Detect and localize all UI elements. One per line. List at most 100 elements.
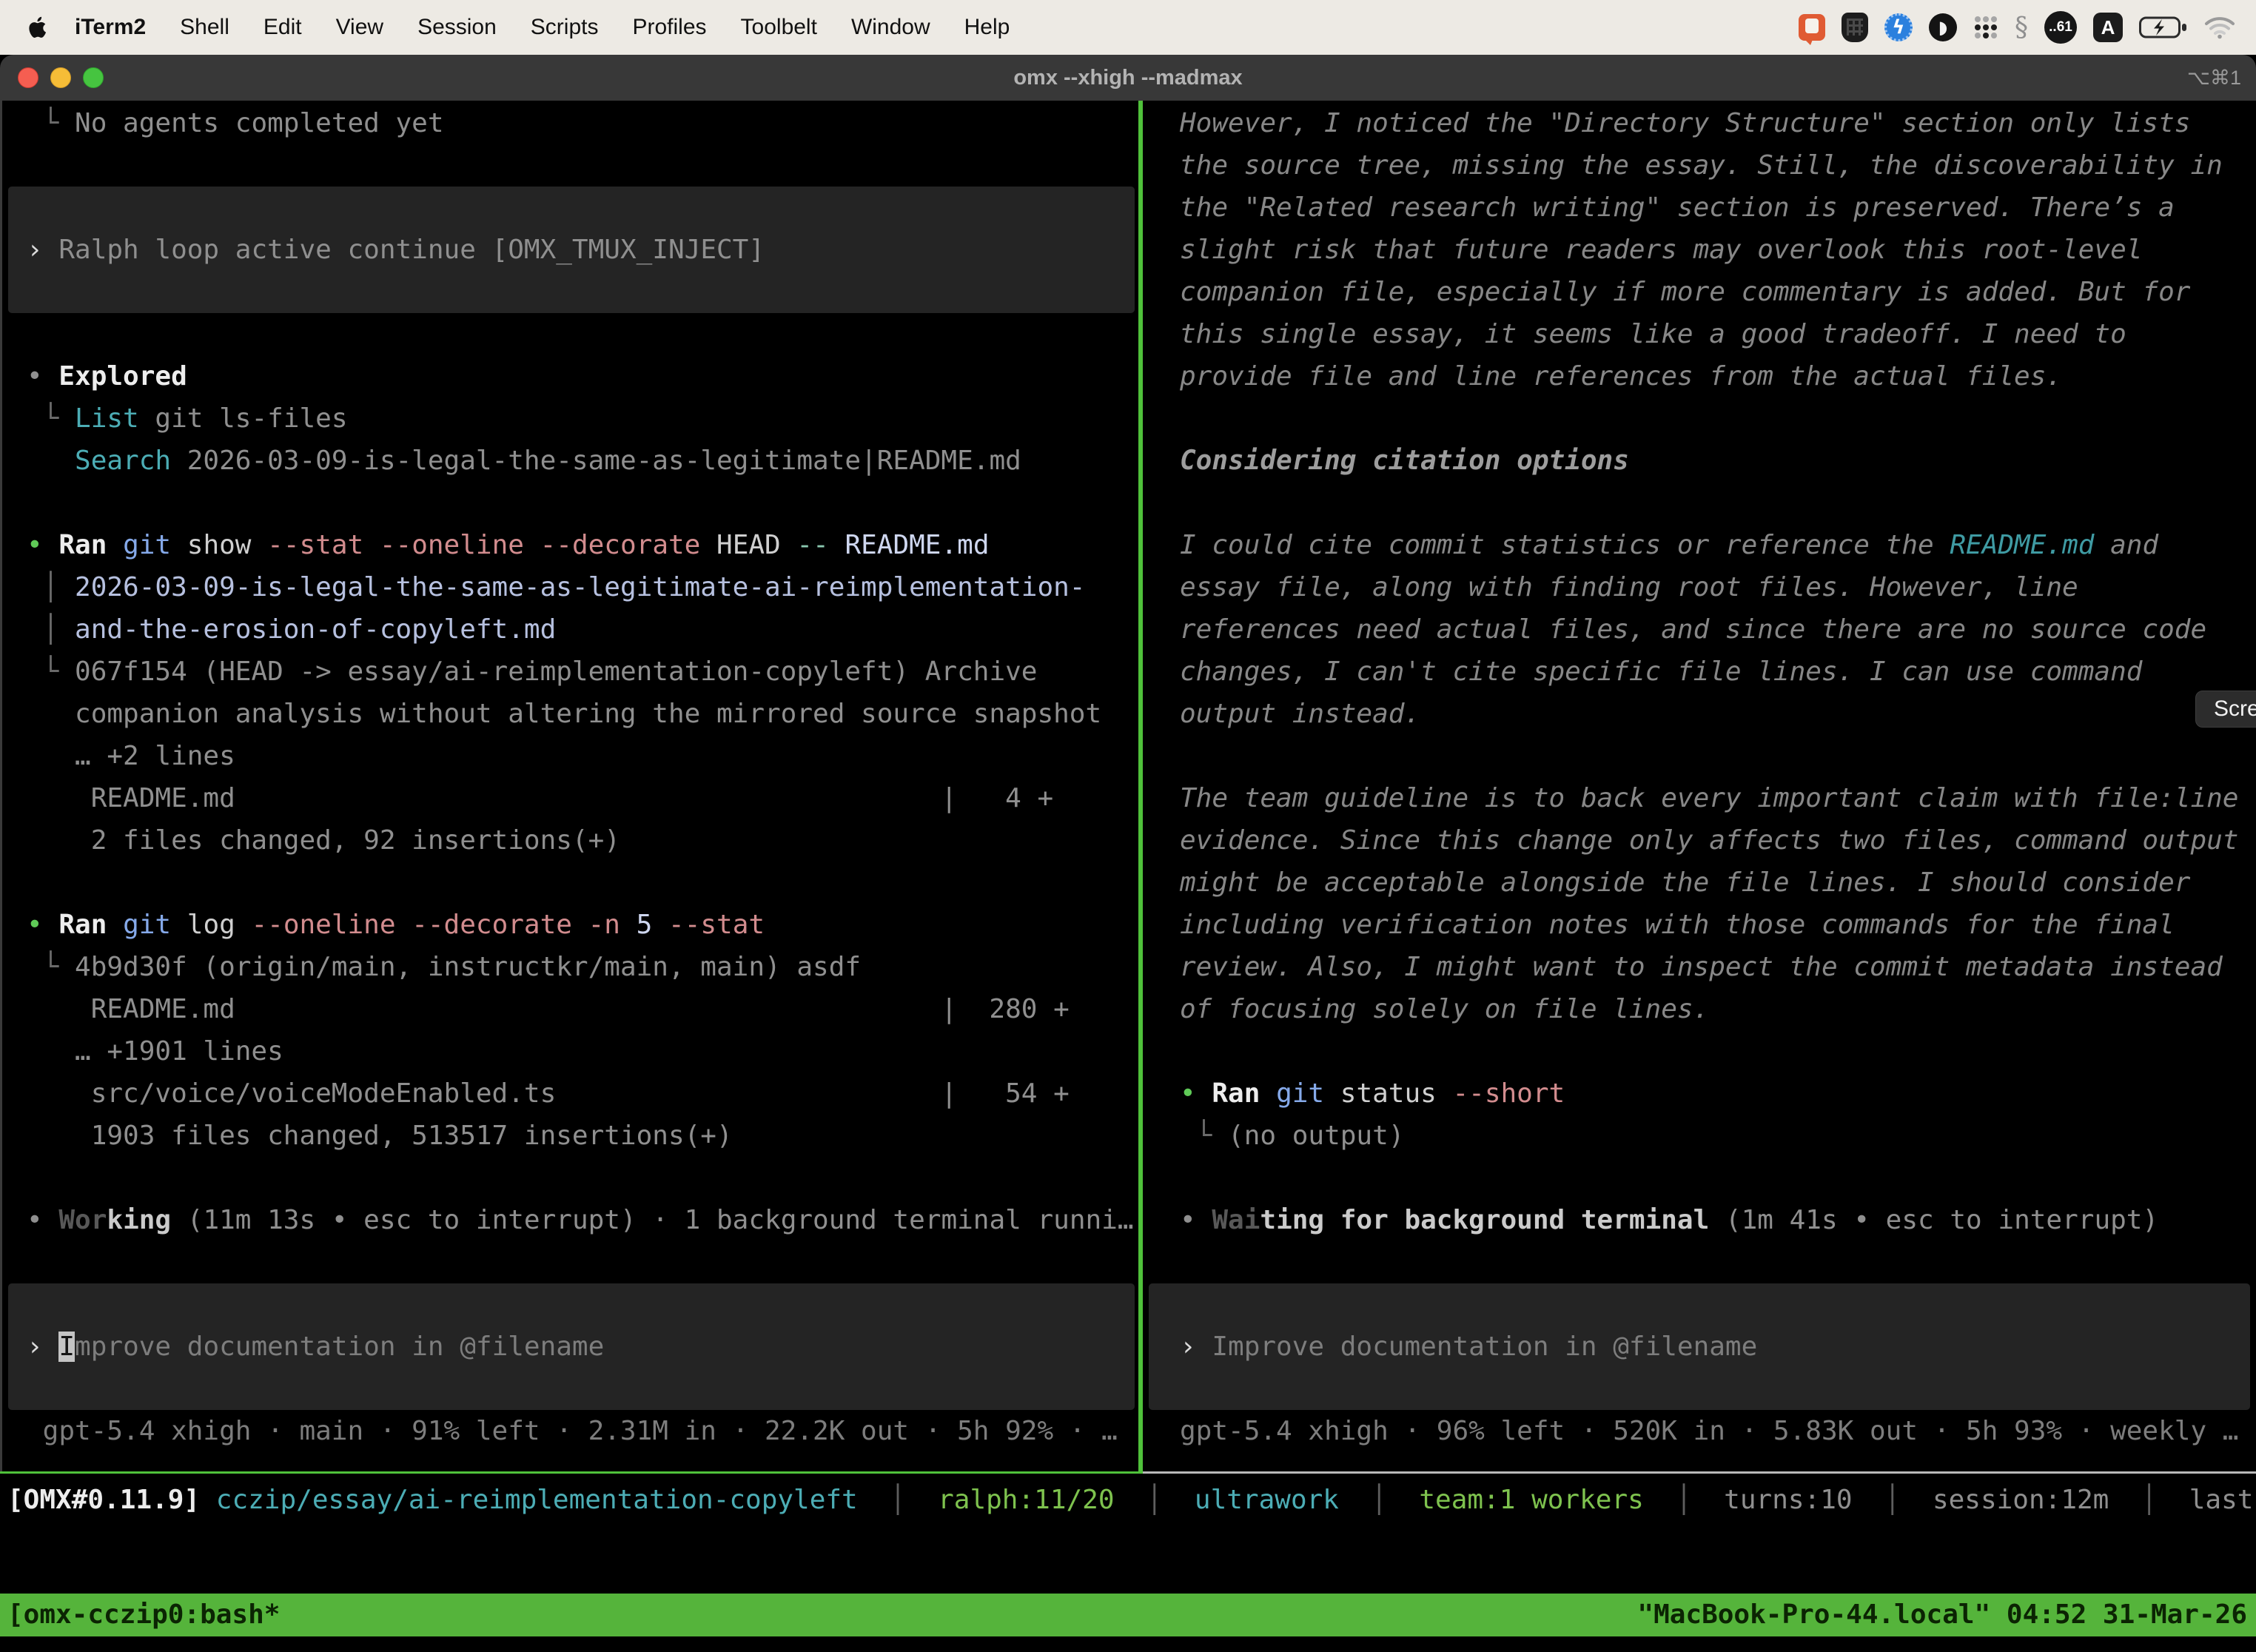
- input-source-icon[interactable]: A: [2093, 13, 2123, 42]
- tmux-host-clock: "MacBook-Pro-44.local" 04:52 31-Mar-26: [1637, 1594, 2256, 1636]
- left-terminal-line: src/voice/voiceModeEnabled.ts | 54 +: [27, 1072, 1070, 1115]
- terminal-area: └ No agents completed yet › Ralph loop ac…: [0, 101, 2256, 1652]
- left-terminal-line: │ 2026-03-09-is-legal-the-same-as-legiti…: [27, 566, 1085, 608]
- left-terminal-line: README.md | 280 +: [27, 988, 1070, 1030]
- omx-bar-segment: │: [1853, 1485, 1933, 1515]
- menu-item-edit[interactable]: Edit: [246, 15, 319, 40]
- right-terminal-line: gpt-5.4 xhigh · 96% left · 520K in · 5.8…: [1180, 1410, 2238, 1452]
- left-terminal-line: └ No agents completed yet: [27, 102, 444, 144]
- terminal-pane-left[interactable]: └ No agents completed yet › Ralph loop ac…: [0, 101, 1141, 1471]
- omx-bar-segment: [OMX#0.11.9]: [7, 1485, 200, 1515]
- menu-item-session[interactable]: Session: [400, 15, 514, 40]
- omx-bar-segment: session:12m: [1933, 1485, 2109, 1515]
- left-terminal-line: Search 2026-03-09-is-legal-the-same-as-l…: [27, 440, 1021, 482]
- left-terminal-line: └ List git ls-files: [27, 397, 348, 440]
- wifi-icon[interactable]: [2204, 16, 2235, 39]
- right-terminal-line: output instead.: [1180, 693, 1420, 735]
- omx-bar-segment: ralph:11/20: [938, 1485, 1114, 1515]
- left-terminal-line: › Ralph loop active continue [OMX_TMUX_I…: [27, 229, 765, 271]
- omx-bar-segment: │: [1339, 1485, 1419, 1515]
- right-terminal-line: slight risk that future readers may over…: [1180, 229, 2142, 271]
- menu-bar: iTerm2 Shell Edit View Session Scripts P…: [0, 0, 2256, 55]
- right-terminal-line: companion file, especially if more comme…: [1180, 271, 2190, 313]
- left-terminal-line: • Working (11m 13s • esc to interrupt) ·…: [27, 1199, 1134, 1241]
- menu-item-iterm2[interactable]: iTerm2: [58, 15, 163, 40]
- window-title-bar[interactable]: omx --xhigh --madmax ⌥⌘1: [0, 55, 2256, 101]
- menu-item-shell[interactable]: Shell: [163, 15, 246, 40]
- right-terminal-line: the source tree, missing the essay. Stil…: [1180, 144, 2223, 187]
- window-title: omx --xhigh --madmax: [0, 66, 2256, 90]
- bolt-hexagon-icon[interactable]: ϟ: [1884, 13, 1913, 41]
- left-terminal-line: 1903 files changed, 513517 insertions(+): [27, 1115, 733, 1157]
- right-terminal-line: evidence. Since this change only affects…: [1180, 819, 2238, 862]
- left-terminal-line: gpt-5.4 xhigh · main · 91% left · 2.31M …: [27, 1410, 1118, 1452]
- omx-bar-segment: ultrawork: [1195, 1485, 1339, 1515]
- omx-bar-segment: │: [1115, 1485, 1195, 1515]
- omx-status-bar: [OMX#0.11.9] cczip/essay/ai-reimplementa…: [7, 1479, 2250, 1521]
- menu-item-toolbelt[interactable]: Toolbelt: [724, 15, 834, 40]
- omx-bar-segment: last:5m ago: [2189, 1485, 2256, 1515]
- tmux-session-label[interactable]: [omx-cczip0:bash*: [0, 1594, 280, 1636]
- omx-bar-segment: │: [2109, 1485, 2189, 1515]
- left-terminal-line: • Ran git log --oneline --decorate -n 5 …: [27, 904, 765, 946]
- left-terminal-line: └ 067f154 (HEAD -> essay/ai-reimplementa…: [27, 651, 1037, 693]
- dots-grid-icon[interactable]: [1973, 15, 1998, 40]
- right-terminal-line: provide file and line references from th…: [1180, 355, 2062, 397]
- right-terminal-line: this single essay, it seems like a good …: [1180, 313, 2126, 355]
- right-terminal-line: The team guideline is to back every impo…: [1180, 777, 2238, 819]
- left-terminal-line: README.md | 4 +: [27, 777, 1053, 819]
- right-terminal-line: Considering citation options: [1180, 440, 1629, 482]
- menu-bar-left: iTerm2 Shell Edit View Session Scripts P…: [0, 15, 1027, 40]
- left-terminal-line: └ 4b9d30f (origin/main, instructkr/main,…: [27, 946, 861, 988]
- apple-menu-icon[interactable]: [28, 16, 47, 38]
- squiggle-icon[interactable]: §: [2015, 13, 2028, 43]
- shield-grid-pattern: [1847, 19, 1863, 36]
- omx-bar-segment: │: [858, 1485, 938, 1515]
- right-terminal-line: I could cite commit statistics or refere…: [1180, 524, 2158, 566]
- right-terminal-line: changes, I can't cite specific file line…: [1180, 651, 2142, 693]
- omx-bar-segment: cczip/essay/ai-reimplementation-copyleft: [216, 1485, 858, 1515]
- right-pane-bottom-border: [1143, 1471, 2256, 1474]
- omx-bar-segment: team:1 workers: [1419, 1485, 1643, 1515]
- left-pane-bottom-border: [0, 1471, 1138, 1474]
- right-terminal-line: of focusing solely on file lines.: [1180, 988, 1709, 1030]
- omx-bar-segment: │: [1644, 1485, 1724, 1515]
- menu-item-window[interactable]: Window: [834, 15, 947, 40]
- battery-icon[interactable]: [2139, 16, 2188, 39]
- menu-item-profiles[interactable]: Profiles: [615, 15, 723, 40]
- tmux-status-bar: [omx-cczip0:bash* "MacBook-Pro-44.local"…: [0, 1594, 2256, 1636]
- screen-notification-label: Scre: [2214, 696, 2256, 722]
- right-terminal-line: might be acceptable alongside the file l…: [1180, 862, 2190, 904]
- menu-item-view[interactable]: View: [319, 15, 400, 40]
- menu-bar-status-icons: ϟ ◗ § ..61 A: [1799, 11, 2256, 44]
- left-terminal-line: › Improve documentation in @filename: [27, 1326, 604, 1368]
- terminal-pane-right[interactable]: However, I noticed the "Directory Struct…: [1143, 101, 2256, 1471]
- menu-item-scripts[interactable]: Scripts: [514, 15, 616, 40]
- shield-grid-icon[interactable]: [1842, 13, 1868, 42]
- right-terminal-line: the "Related research writing" section i…: [1180, 187, 2175, 229]
- left-terminal-line: … +1901 lines: [27, 1030, 283, 1072]
- left-terminal-line: 2 files changed, 92 insertions(+): [27, 819, 620, 862]
- omx-bar-segment: turns:10: [1724, 1485, 1852, 1515]
- screen-share-icon-tail: [1803, 38, 1813, 45]
- right-terminal-line: review. Also, I might want to inspect th…: [1180, 946, 2223, 988]
- dark-circle-icon[interactable]: ◗: [1929, 13, 1957, 41]
- screen-notification-overlay[interactable]: Scre: [2195, 691, 2256, 728]
- right-terminal-line: references need actual files, and since …: [1180, 608, 2206, 651]
- left-terminal-line: … +2 lines: [27, 735, 235, 777]
- right-terminal-line: └ (no output): [1180, 1115, 1404, 1157]
- right-terminal-line: • Waiting for background terminal (1m 41…: [1180, 1199, 2158, 1241]
- left-terminal-line: │ and-the-erosion-of-copyleft.md: [27, 608, 556, 651]
- screen-share-icon-inner: [1805, 19, 1819, 33]
- badge-61-icon[interactable]: ..61: [2044, 11, 2077, 44]
- left-terminal-line: • Ran git show --stat --oneline --decora…: [27, 524, 990, 566]
- right-terminal-line: including verification notes with those …: [1180, 904, 2175, 946]
- left-terminal-line: • Explored: [27, 355, 187, 397]
- left-terminal-line: companion analysis without altering the …: [27, 693, 1101, 735]
- right-terminal-line: • Ran git status --short: [1180, 1072, 1565, 1115]
- right-terminal-line: However, I noticed the "Directory Struct…: [1180, 102, 2190, 144]
- screen-share-icon[interactable]: [1799, 14, 1825, 41]
- menu-item-help[interactable]: Help: [947, 15, 1027, 40]
- omx-bar-segment: [200, 1485, 216, 1515]
- right-terminal-line: › Improve documentation in @filename: [1180, 1326, 1757, 1368]
